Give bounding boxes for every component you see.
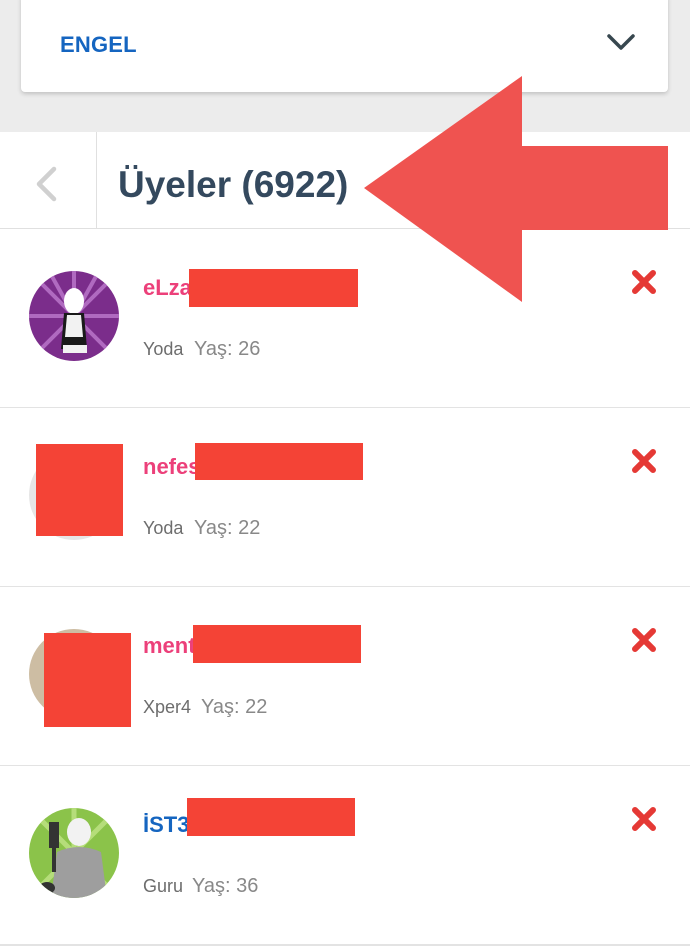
redaction-box bbox=[195, 443, 363, 480]
avatar[interactable] bbox=[29, 808, 119, 898]
avatar[interactable] bbox=[29, 271, 119, 361]
list-item[interactable]: nefes Yoda Yaş: 22 bbox=[0, 408, 690, 588]
redaction-box bbox=[187, 798, 355, 836]
member-age: Yaş: 26 bbox=[194, 338, 261, 360]
member-age: Yaş: 22 bbox=[201, 696, 268, 718]
member-age: Yaş: 22 bbox=[194, 517, 261, 539]
member-name[interactable]: ment bbox=[143, 633, 196, 659]
member-rank: Xper4 bbox=[143, 697, 192, 717]
redaction-box bbox=[189, 269, 358, 307]
remove-icon[interactable] bbox=[631, 806, 657, 832]
redaction-box bbox=[193, 625, 361, 663]
remove-icon[interactable] bbox=[631, 627, 657, 653]
member-rank: Yoda bbox=[143, 518, 184, 538]
chevron-down-icon[interactable] bbox=[606, 32, 636, 52]
member-name[interactable]: eLza bbox=[143, 275, 192, 301]
member-name[interactable]: İST3 bbox=[143, 812, 189, 838]
chevron-left-icon bbox=[36, 166, 57, 202]
list-item[interactable]: ment Xper4 Yaş: 22 bbox=[0, 587, 690, 767]
arrow-left-icon bbox=[364, 76, 668, 302]
member-rank: Yoda bbox=[143, 339, 184, 359]
back-button[interactable] bbox=[0, 132, 97, 228]
redaction-box bbox=[44, 633, 131, 727]
dropdown-label: ENGEL bbox=[60, 32, 137, 57]
member-rank: Guru bbox=[143, 876, 184, 896]
redaction-box bbox=[36, 444, 123, 536]
list-item[interactable]: İST3 Guru Yaş: 36 bbox=[0, 766, 690, 946]
page-title: Üyeler (6922) bbox=[118, 164, 349, 205]
remove-icon[interactable] bbox=[631, 448, 657, 474]
member-name[interactable]: nefes bbox=[143, 454, 200, 480]
member-age: Yaş: 36 bbox=[192, 875, 259, 897]
